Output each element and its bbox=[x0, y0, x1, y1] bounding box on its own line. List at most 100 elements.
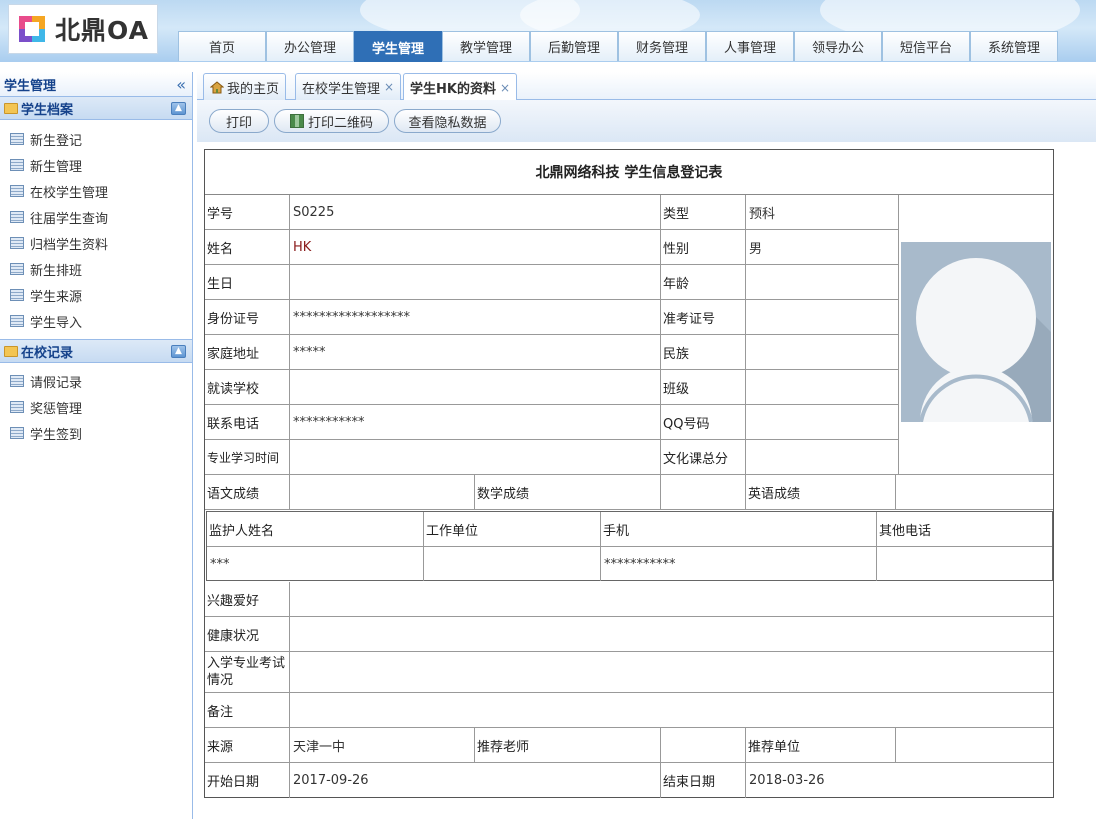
value-phone: *********** bbox=[290, 405, 661, 439]
list-icon bbox=[10, 427, 24, 439]
tab-my-home[interactable]: 我的主页 bbox=[203, 73, 287, 100]
collapse-sidebar-icon[interactable]: « bbox=[176, 75, 186, 94]
label-math: 数学成绩 bbox=[475, 475, 661, 509]
folder-icon bbox=[4, 345, 18, 357]
value-english bbox=[896, 475, 1053, 509]
label-exam-no: 准考证号 bbox=[661, 300, 746, 334]
value-birthday bbox=[290, 265, 661, 299]
value-address: ***** bbox=[290, 335, 661, 369]
label-unit: 推荐单位 bbox=[746, 728, 896, 762]
sidebar-item-label: 学生来源 bbox=[30, 289, 83, 305]
close-icon[interactable]: × bbox=[500, 81, 510, 95]
label-end-date: 结束日期 bbox=[661, 763, 746, 798]
list-icon bbox=[10, 159, 24, 171]
nav-tab-student[interactable]: 学生管理 bbox=[354, 31, 442, 62]
sidebar-item-new-register[interactable]: 新生登记 bbox=[0, 126, 192, 152]
sidebar-item-label: 请假记录 bbox=[30, 375, 83, 391]
sidebar-item-past-students[interactable]: 往届学生查询 bbox=[0, 204, 192, 230]
sidebar-item-import[interactable]: 学生导入 bbox=[0, 308, 192, 334]
value-student-id: S0225 bbox=[290, 195, 661, 229]
value-unit bbox=[896, 728, 1053, 762]
toolbar: 打印 打印二维码 查看隐私数据 bbox=[197, 100, 1096, 142]
nav-tab-finance[interactable]: 财务管理 bbox=[618, 31, 706, 61]
main-nav: 首页 办公管理 学生管理 教学管理 后勤管理 财务管理 人事管理 领导办公 短信… bbox=[178, 30, 1058, 62]
nav-tab-logistics[interactable]: 后勤管理 bbox=[530, 31, 618, 61]
value-type: 预科 bbox=[746, 195, 899, 229]
nav-tab-home[interactable]: 首页 bbox=[178, 31, 266, 61]
value-math bbox=[661, 475, 746, 509]
page-tabbar: 我的主页 在校学生管理 × 学生HK的资料 × bbox=[197, 72, 1096, 101]
print-button[interactable]: 打印 bbox=[209, 109, 269, 133]
sidebar-item-leave[interactable]: 请假记录 bbox=[0, 368, 192, 394]
value-guardian-mobile: *********** bbox=[601, 547, 877, 581]
label-student-id: 学号 bbox=[205, 195, 290, 229]
sidebar-item-current-students[interactable]: 在校学生管理 bbox=[0, 178, 192, 204]
logo-text: 北鼎OA bbox=[55, 16, 149, 45]
sidebar-header: 学生管理 « bbox=[0, 72, 192, 96]
sidebar-item-signin[interactable]: 学生签到 bbox=[0, 420, 192, 446]
button-label: 打印二维码 bbox=[307, 115, 373, 131]
sidebar-group-archive[interactable]: 学生档案 ▲ bbox=[0, 96, 192, 120]
sidebar-group-records[interactable]: 在校记录 ▲ bbox=[0, 339, 192, 363]
sidebar-item-label: 新生管理 bbox=[30, 159, 83, 175]
sidebar-item-new-manage[interactable]: 新生管理 bbox=[0, 152, 192, 178]
sidebar-item-class-assign[interactable]: 新生排班 bbox=[0, 256, 192, 282]
sidebar-item-archived[interactable]: 归档学生资料 bbox=[0, 230, 192, 256]
label-chinese: 语文成绩 bbox=[205, 475, 290, 509]
value-health bbox=[290, 617, 1053, 651]
sidebar-group-label: 在校记录 bbox=[21, 345, 74, 361]
value-gender: 男 bbox=[746, 230, 899, 264]
list-icon bbox=[10, 401, 24, 413]
sidebar-title: 学生管理 bbox=[4, 78, 57, 94]
guardian-table: 监护人姓名 工作单位 手机 其他电话 *** *********** bbox=[206, 511, 1053, 581]
value-guardian-name: *** bbox=[207, 547, 424, 581]
value-school bbox=[290, 370, 661, 404]
tab-label: 学生HK的资料 bbox=[410, 82, 496, 97]
nav-tab-sms[interactable]: 短信平台 bbox=[882, 31, 970, 61]
value-hobby bbox=[290, 582, 1053, 616]
value-ethnicity bbox=[746, 335, 899, 369]
list-icon bbox=[10, 211, 24, 223]
sidebar-item-source[interactable]: 学生来源 bbox=[0, 282, 192, 308]
tab-current-students[interactable]: 在校学生管理 × bbox=[295, 73, 402, 100]
value-chinese bbox=[290, 475, 475, 509]
logo-icon bbox=[19, 16, 45, 42]
label-qq: QQ号码 bbox=[661, 405, 746, 439]
label-entrance: 入学专业考试情况 bbox=[205, 652, 290, 692]
list-icon bbox=[10, 289, 24, 301]
label-teacher: 推荐老师 bbox=[475, 728, 661, 762]
collapse-up-icon[interactable]: ▲ bbox=[171, 345, 186, 358]
sidebar-item-label: 奖惩管理 bbox=[30, 401, 83, 417]
value-culture-total bbox=[746, 440, 899, 474]
sidebar-item-label: 学生签到 bbox=[30, 427, 83, 443]
nav-tab-system[interactable]: 系统管理 bbox=[970, 31, 1058, 61]
value-study-time bbox=[290, 440, 661, 474]
value-start-date: 2017-09-26 bbox=[290, 763, 661, 798]
label-hobby: 兴趣爱好 bbox=[205, 582, 290, 616]
collapse-up-icon[interactable]: ▲ bbox=[171, 102, 186, 115]
value-qq bbox=[746, 405, 899, 439]
label-class: 班级 bbox=[661, 370, 746, 404]
tab-student-hk[interactable]: 学生HK的资料 × bbox=[403, 73, 518, 101]
nav-tab-hr[interactable]: 人事管理 bbox=[706, 31, 794, 61]
label-english: 英语成绩 bbox=[746, 475, 896, 509]
app-header: 北鼎OA 首页 办公管理 学生管理 教学管理 后勤管理 财务管理 人事管理 领导… bbox=[0, 0, 1096, 62]
sidebar-item-reward[interactable]: 奖惩管理 bbox=[0, 394, 192, 420]
sidebar-item-label: 在校学生管理 bbox=[30, 185, 109, 201]
sidebar-item-label: 学生导入 bbox=[30, 315, 83, 331]
sidebar-item-label: 归档学生资料 bbox=[30, 237, 109, 253]
value-class bbox=[746, 370, 899, 404]
nav-tab-office[interactable]: 办公管理 bbox=[266, 31, 354, 61]
app-logo: 北鼎OA bbox=[8, 4, 158, 54]
print-qr-button[interactable]: 打印二维码 bbox=[274, 109, 389, 133]
close-icon[interactable]: × bbox=[384, 80, 394, 94]
list-icon bbox=[10, 263, 24, 275]
label-culture-total: 文化课总分 bbox=[661, 440, 746, 474]
label-address: 家庭地址 bbox=[205, 335, 290, 369]
view-private-button[interactable]: 查看隐私数据 bbox=[394, 109, 501, 133]
nav-tab-teaching[interactable]: 教学管理 bbox=[442, 31, 530, 61]
sidebar-item-label: 新生登记 bbox=[30, 133, 83, 149]
label-phone: 联系电话 bbox=[205, 405, 290, 439]
list-icon bbox=[10, 185, 24, 197]
nav-tab-leader[interactable]: 领导办公 bbox=[794, 31, 882, 61]
